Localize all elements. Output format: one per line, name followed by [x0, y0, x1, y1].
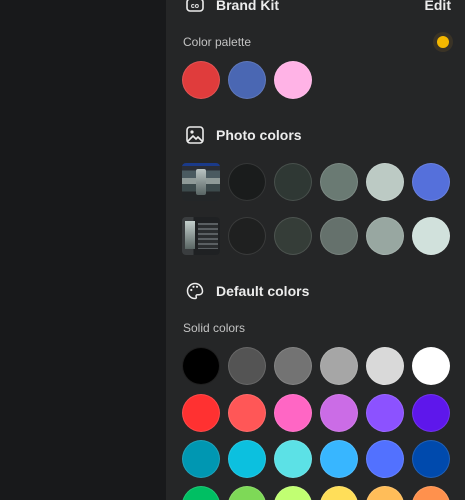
photo-colors-row-2 [182, 217, 450, 255]
brand-color-swatch[interactable] [182, 61, 220, 99]
default-colors-header: Default colors [184, 280, 309, 302]
solid-color-swatch[interactable] [228, 440, 266, 478]
solid-color-swatch[interactable] [228, 394, 266, 432]
photo-color-swatch[interactable] [412, 217, 450, 255]
solid-color-swatch[interactable] [182, 347, 220, 385]
solid-color-swatch[interactable] [412, 440, 450, 478]
brand-kit-title: Brand Kit [216, 0, 279, 13]
solid-colors-row-3 [182, 440, 450, 478]
brand-color-swatch[interactable] [274, 61, 312, 99]
photo-color-swatch[interactable] [366, 163, 404, 201]
photo-color-swatch[interactable] [320, 163, 358, 201]
brand-kit-icon: co [184, 0, 206, 16]
photo-color-swatch[interactable] [228, 163, 266, 201]
solid-color-swatch[interactable] [320, 347, 358, 385]
solid-color-swatch[interactable] [274, 486, 312, 500]
solid-color-swatch[interactable] [274, 347, 312, 385]
solid-color-swatch[interactable] [274, 394, 312, 432]
photo-color-swatch[interactable] [412, 163, 450, 201]
brand-palette-swatches [182, 61, 312, 99]
solid-color-swatch[interactable] [182, 394, 220, 432]
solid-color-swatch[interactable] [366, 440, 404, 478]
solid-color-swatch[interactable] [274, 440, 312, 478]
image-icon [184, 124, 206, 146]
solid-colors-row-2 [182, 394, 450, 432]
solid-color-swatch[interactable] [320, 394, 358, 432]
photo-colors-row-1 [182, 163, 450, 201]
photo-color-swatch[interactable] [320, 217, 358, 255]
photo-color-swatch[interactable] [366, 217, 404, 255]
svg-text:co: co [191, 3, 199, 10]
solid-color-swatch[interactable] [412, 347, 450, 385]
solid-color-swatch[interactable] [366, 347, 404, 385]
palette-icon [184, 280, 206, 302]
photo-color-swatch[interactable] [274, 217, 312, 255]
edit-brand-kit-link[interactable]: Edit [425, 0, 451, 13]
photo-color-swatch[interactable] [228, 217, 266, 255]
solid-color-swatch[interactable] [182, 440, 220, 478]
solid-color-swatch[interactable] [182, 486, 220, 500]
solid-color-swatch[interactable] [366, 394, 404, 432]
canvas-area-edge [0, 0, 166, 500]
default-colors-title: Default colors [216, 283, 310, 299]
solid-colors-label: Solid colors [183, 321, 246, 335]
brand-kit-header: co Brand Kit [184, 0, 279, 16]
color-panel: co Brand Kit Edit Color palette Photo co… [166, 0, 465, 500]
crown-icon [433, 32, 453, 52]
solid-color-swatch[interactable] [366, 486, 404, 500]
photo-colors-header: Photo colors [184, 124, 302, 146]
solid-color-swatch[interactable] [228, 486, 266, 500]
photo-thumbnail[interactable] [182, 217, 220, 255]
solid-color-swatch[interactable] [320, 486, 358, 500]
solid-colors-row-1 [182, 347, 450, 385]
solid-colors-row-4 [182, 486, 450, 500]
solid-color-swatch[interactable] [412, 394, 450, 432]
solid-color-swatch[interactable] [320, 440, 358, 478]
solid-color-swatch[interactable] [228, 347, 266, 385]
photo-colors-title: Photo colors [216, 127, 302, 143]
photo-thumbnail[interactable] [182, 163, 220, 201]
brand-color-swatch[interactable] [228, 61, 266, 99]
color-palette-label: Color palette [183, 35, 252, 49]
photo-color-swatch[interactable] [274, 163, 312, 201]
solid-color-swatch[interactable] [412, 486, 450, 500]
